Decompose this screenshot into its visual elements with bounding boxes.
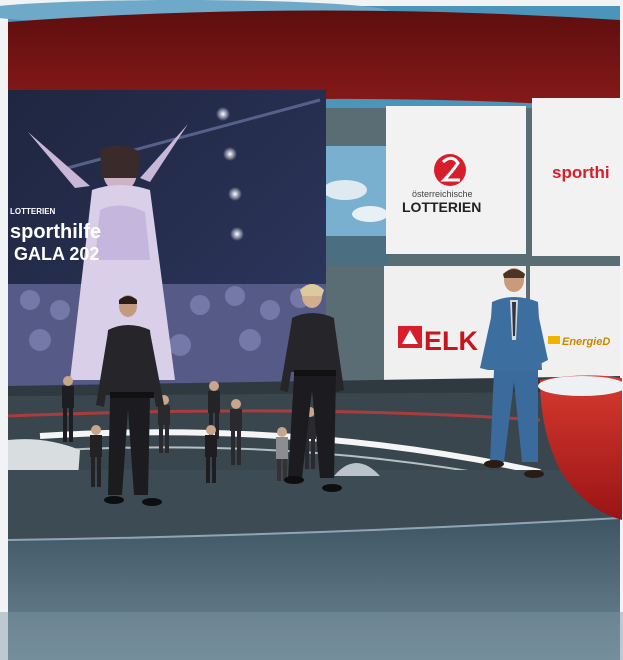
lotterien-main-text: LOTTERIEN	[402, 199, 481, 215]
scene-canvas: LOTTERIEN sporthilfe GALA 202 österreich…	[0, 0, 623, 660]
sporthilfe-logo-text: sporthi	[552, 163, 610, 182]
screen-text-sporthilfe: sporthilfe	[10, 221, 101, 243]
elk-logo-text: ELK	[424, 326, 479, 356]
virtual-event-scene: LOTTERIEN sporthilfe GALA 202 österreich…	[0, 0, 623, 660]
screen-text-gala: GALA 202	[14, 244, 99, 264]
cloud	[352, 206, 388, 222]
floor-bottom-band	[0, 612, 623, 660]
energie-logo-icon	[548, 336, 560, 344]
screen-text-lotterien: LOTTERIEN	[10, 207, 56, 216]
window-lower	[326, 236, 390, 266]
energie-logo-text: EnergieD	[562, 336, 610, 348]
red-podium-top	[538, 376, 623, 396]
event-screen: LOTTERIEN sporthilfe GALA 202	[8, 90, 326, 386]
cloud	[323, 180, 367, 200]
lotterien-small-text: österreichische	[412, 189, 473, 199]
